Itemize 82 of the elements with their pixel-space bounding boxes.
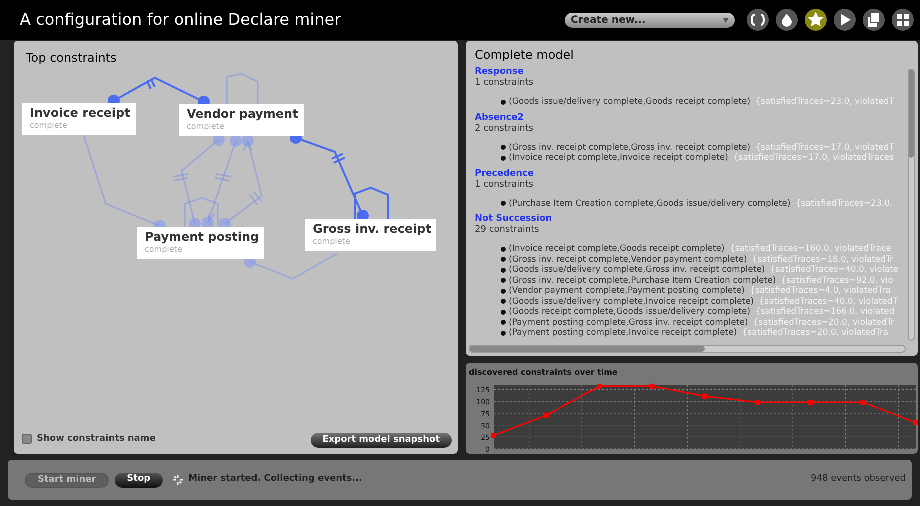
constraint-pair: (Purchase Item Creation complete,Goods issue/delivery complete) xyxy=(509,198,791,209)
constraint-pair: (Gross inv. receipt complete,Purchase Item Creation complete) xyxy=(509,276,776,286)
bullet-icon xyxy=(501,320,506,326)
constraint-type-link[interactable]: Not Succession xyxy=(475,214,552,225)
constraint-pair: (Gross inv. receipt complete,Vendor payment complete) xyxy=(509,254,748,265)
constraint-type-link[interactable]: Absence2 xyxy=(475,112,524,124)
vertical-scrollbar[interactable] xyxy=(908,69,915,341)
chart-title: discovered constraints over time xyxy=(469,367,618,379)
constraint-count: 1 constraints xyxy=(475,78,534,89)
constraint-type-link[interactable]: Response xyxy=(475,67,524,78)
bullet-icon xyxy=(501,201,506,206)
window-title: A configuration for online Declare miner xyxy=(20,9,342,31)
constraint-pair: (Goods issue/delivery complete,Goods receipt complete) xyxy=(509,97,751,108)
export-button[interactable]: Export model snapshot xyxy=(310,433,452,448)
bullet-icon xyxy=(501,330,506,336)
panel-title: Top constraints xyxy=(26,50,117,67)
caret-icon xyxy=(723,18,729,22)
drop-button[interactable] xyxy=(776,9,798,31)
spinner-icon xyxy=(172,475,183,485)
activity-node[interactable]: Payment posting complete xyxy=(137,227,264,259)
node-subtitle: complete xyxy=(30,121,68,131)
node-subtitle: complete xyxy=(313,237,352,247)
bullet-icon xyxy=(501,310,506,315)
dropdown-value: Create new... xyxy=(571,14,647,28)
edge-endpoint xyxy=(242,135,254,147)
bullet-icon xyxy=(501,145,506,150)
copy-button[interactable] xyxy=(863,9,885,31)
data-point xyxy=(914,420,918,426)
constraint-pair: (Goods issue/delivery complete,Gross inv. receipt complete) xyxy=(509,265,766,276)
events-count: 948 events observed xyxy=(811,473,906,486)
activity-node[interactable]: Gross inv. receipt complete xyxy=(305,219,436,251)
constraint-count: 2 constraints xyxy=(475,124,534,134)
constraint-pair: (Gross inv. receipt complete,Gross inv. receipt complete) xyxy=(509,142,751,153)
horizontal-scrollbar[interactable] xyxy=(469,345,906,353)
data-point xyxy=(702,394,708,399)
activity-node[interactable]: Invoice receipt complete xyxy=(22,103,136,135)
constraint-count: 1 constraints xyxy=(475,180,534,190)
constraint-pair: (Invoice receipt complete,Invoice receipt complete) xyxy=(509,153,728,164)
constraint-pair: (Goods receipt complete,Goods issue/delivery complete) xyxy=(509,307,751,318)
bullet-icon xyxy=(501,100,506,105)
constraint-pair: (Vendor payment complete,Payment posting complete) xyxy=(509,286,745,296)
constraint-pair: (Goods issue/delivery complete,Invoice receipt complete) xyxy=(509,296,754,307)
bullet-icon xyxy=(501,156,506,161)
constraint-pair: (Payment posting complete,Invoice receipt complete) xyxy=(509,328,738,338)
data-point xyxy=(860,400,866,406)
self-loop-edge xyxy=(184,197,219,226)
bullet-icon xyxy=(501,257,506,262)
node-subtitle: complete xyxy=(145,245,184,255)
bullet-icon xyxy=(501,268,506,273)
grid-button[interactable] xyxy=(892,9,914,31)
node-label: Invoice receipt xyxy=(30,105,128,121)
activity-node[interactable]: Vendor payment complete xyxy=(179,104,304,136)
self-loop-edge xyxy=(354,186,389,220)
data-point xyxy=(544,412,550,418)
bullet-icon xyxy=(501,246,506,252)
edge-endpoint xyxy=(230,135,242,147)
data-point xyxy=(492,433,496,438)
constraint-type-link[interactable]: Precedence xyxy=(475,168,534,180)
bullet-icon xyxy=(501,299,506,304)
data-point xyxy=(808,400,813,406)
constraint-pair: (Invoice receipt complete,Goods receipt complete) xyxy=(509,244,725,254)
node-subtitle: complete xyxy=(187,122,226,132)
status-text: Miner started. Collecting events... xyxy=(188,473,362,486)
panel-title: Complete model xyxy=(475,47,574,64)
checkbox-label: Show constraints name xyxy=(37,432,156,446)
play-button[interactable] xyxy=(834,9,856,31)
star-button[interactable] xyxy=(805,9,827,31)
data-point xyxy=(597,384,602,389)
constraint-pair: (Payment posting complete,Gross inv. receipt complete) xyxy=(509,318,748,328)
node-label: Vendor payment xyxy=(187,106,296,122)
create-dropdown[interactable]: Create new... xyxy=(565,12,735,28)
bullet-icon xyxy=(501,278,506,284)
stop-button[interactable]: Stop xyxy=(115,472,163,488)
edge-endpoint xyxy=(202,217,214,229)
braces-button[interactable] xyxy=(747,9,769,31)
node-label: Payment posting xyxy=(145,229,256,245)
checkbox[interactable] xyxy=(22,434,32,444)
data-point xyxy=(650,384,655,389)
data-point xyxy=(755,400,760,406)
edge-endpoint xyxy=(213,134,225,146)
constraint-count: 29 constraints xyxy=(475,225,540,236)
bullet-icon xyxy=(501,288,506,294)
